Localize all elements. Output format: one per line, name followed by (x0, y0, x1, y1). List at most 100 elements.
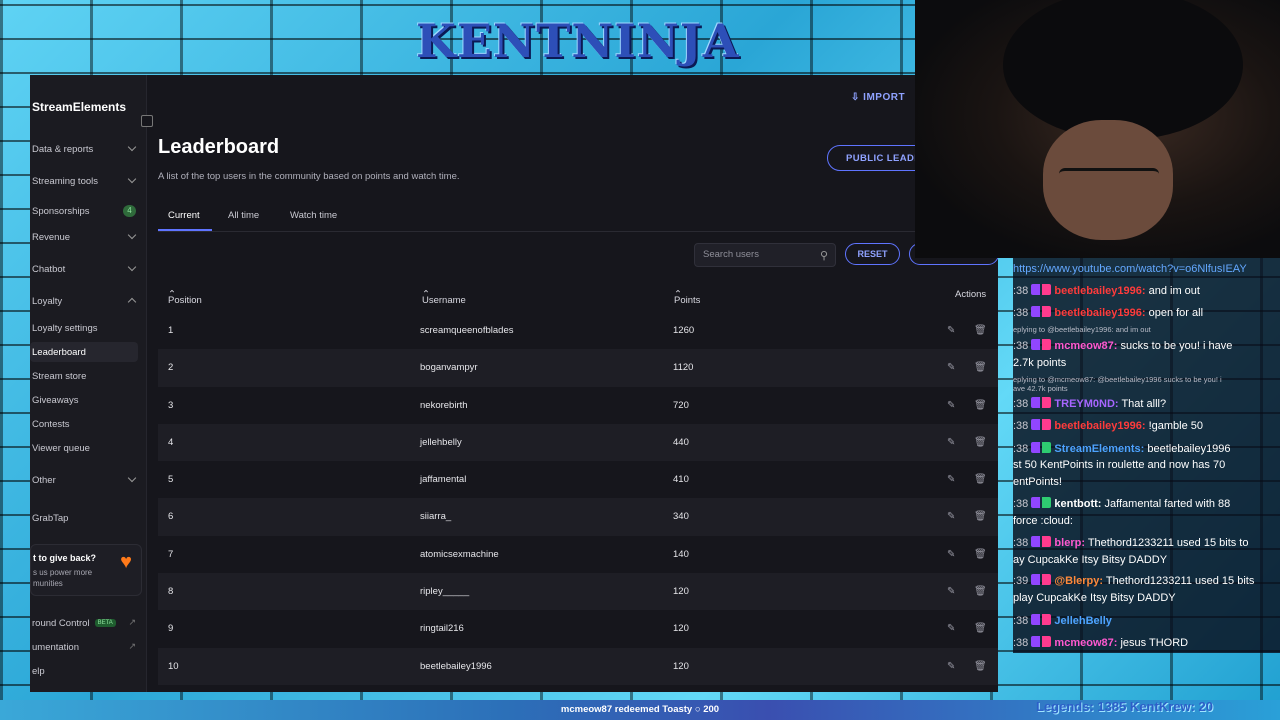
trash-icon[interactable]: 🗑 (974, 586, 987, 597)
give-back-promo[interactable]: t to give back? s us power more munities… (30, 544, 142, 596)
chevron-down-icon (127, 142, 137, 152)
chat-message-continued: entPoints! (1013, 476, 1062, 488)
edit-icon[interactable]: ✎ (947, 325, 955, 336)
table-row: 9 ringtail216 120 ✎ 🗑 (158, 610, 998, 647)
edit-icon[interactable]: ✎ (947, 511, 955, 522)
trash-icon[interactable]: 🗑 (974, 511, 987, 522)
row-points: 440 (673, 436, 689, 448)
sidebar-item-data-reports[interactable]: Data & reports (30, 139, 138, 159)
chat-badge-icon (1031, 574, 1052, 585)
row-points: 140 (673, 548, 689, 560)
table-row: 6 siiarra_ 340 ✎ 🗑 (158, 498, 998, 536)
sidebar-item-label: Chatbot (32, 263, 66, 275)
table-row: 10 beetlebailey1996 120 ✎ 🗑 (158, 647, 998, 685)
column-header-points[interactable]: Points ⌃ (674, 289, 700, 306)
trash-icon[interactable]: 🗑 (974, 400, 987, 411)
tab-all-time[interactable]: All time (228, 210, 259, 221)
chat-badge-icon (1031, 306, 1052, 317)
sidebar-item-stream-store[interactable]: Stream store (30, 366, 138, 386)
edit-icon[interactable]: ✎ (947, 362, 955, 373)
sidebar-item-label: Loyalty (32, 295, 63, 307)
chat-link[interactable]: https://www.youtube.com/watch?v=o6NlfusI… (1013, 263, 1247, 275)
trash-icon[interactable]: 🗑 (974, 623, 987, 634)
edit-icon[interactable]: ✎ (947, 623, 955, 634)
edit-icon[interactable]: ✎ (947, 661, 955, 672)
sidebar-item-leaderboard[interactable]: Leaderboard (30, 342, 138, 362)
import-button[interactable]: ⇩ IMPORT (851, 92, 905, 103)
edit-icon[interactable]: ✎ (947, 586, 955, 597)
table-row: 4 jellehbelly 440 ✎ 🗑 (158, 423, 998, 462)
row-username: ringtail216 (420, 623, 464, 635)
sidebar-item-giveaways[interactable]: Giveaways (30, 390, 138, 410)
chat-badge-icon (1031, 419, 1052, 430)
sidebar-item-label: Data & reports (32, 143, 94, 155)
webcam-glasses (1059, 168, 1159, 190)
table-row: 7 atomicsexmachine 140 ✎ 🗑 (158, 536, 998, 573)
tab-current[interactable]: Current (168, 210, 200, 221)
column-header-position[interactable]: Position ⌃ (168, 289, 202, 306)
sidebar-item-grabtap[interactable]: GrabTap (30, 508, 138, 528)
row-username: ripley_____ (420, 586, 470, 598)
sidebar-item-other[interactable]: Other (30, 470, 138, 490)
sidebar-item-chatbot[interactable]: Chatbot (30, 259, 138, 279)
sidebar-item-label: Sponsorships (32, 205, 90, 217)
sidebar-item-label: Contests (32, 418, 70, 430)
table-row: 8 ripley_____ 120 ✎ 🗑 (158, 573, 998, 611)
sidebar-item-label: elp (32, 665, 45, 677)
chat-message: :38 beetlebailey1996: and im out (1013, 284, 1200, 297)
sidebar-item-playground-control[interactable]: round Control BETA ↗ (30, 613, 138, 633)
chat-message: :38 beetlebailey1996: !gamble 50 (1013, 419, 1204, 432)
sidebar-item-streaming-tools[interactable]: Streaming tools (30, 171, 138, 191)
chat-reply-context: eplying to @mcmeow87: @beetlebailey1996 … (1013, 375, 1222, 384)
chat-reply-context: ave 42.7k points (1013, 384, 1068, 393)
trash-icon[interactable]: 🗑 (974, 362, 987, 373)
edit-icon[interactable]: ✎ (947, 437, 955, 448)
trash-icon[interactable]: 🗑 (974, 661, 987, 672)
sidebar-item-loyalty[interactable]: Loyalty (30, 291, 138, 311)
reset-button[interactable]: RESET (845, 243, 900, 265)
sidebar-item-sponsorships[interactable]: Sponsorships 4 (30, 201, 138, 221)
chevron-down-icon (127, 174, 137, 184)
sidebar-item-label: Stream store (32, 370, 87, 382)
sidebar-item-label: GrabTap (32, 512, 69, 524)
trash-icon[interactable]: 🗑 (974, 474, 987, 485)
webcam-feed (915, 0, 1280, 258)
trash-icon[interactable]: 🗑 (974, 325, 987, 336)
sidebar-item-documentation[interactable]: umentation ↗ (30, 637, 138, 657)
chat-reply-context: eplying to @beetlebailey1996: and im out (1013, 325, 1151, 334)
row-position: 4 (168, 436, 174, 448)
chat-badge-icon (1031, 339, 1052, 350)
sidebar: StreamElements Data & reports Streaming … (30, 75, 147, 692)
table-row: 5 jaffamental 410 ✎ 🗑 (158, 461, 998, 498)
table-row: 2 boganvampyr 1120 ✎ 🗑 (158, 349, 998, 387)
search-input[interactable]: Search users ⚲ (694, 243, 836, 267)
edit-icon[interactable]: ✎ (947, 400, 955, 411)
sidebar-item-help[interactable]: elp (30, 661, 138, 681)
tab-watch-time[interactable]: Watch time (290, 210, 337, 221)
chat-message: https://www.youtube.com/watch?v=o6NlfusI… (1013, 261, 1275, 278)
chat-message: :38 mcmeow87: sucks to be you! i have (1013, 339, 1233, 352)
trash-icon[interactable]: 🗑 (974, 549, 987, 560)
chat-badge-icon (1031, 397, 1052, 408)
tab-bar: Current All time Watch time (158, 208, 998, 232)
edit-icon[interactable]: ✎ (947, 549, 955, 560)
chevron-down-icon (127, 473, 137, 483)
sidebar-item-contests[interactable]: Contests (30, 414, 138, 434)
sidebar-item-loyalty-settings[interactable]: Loyalty settings (30, 318, 138, 338)
row-points: 120 (673, 586, 689, 598)
import-label: IMPORT (863, 92, 906, 103)
row-position: 7 (168, 548, 174, 560)
column-header-username[interactable]: Username ⌃ (422, 289, 466, 306)
chat-message-continued: 2.7k points (1013, 357, 1067, 369)
external-link-icon: ↗ (128, 641, 136, 651)
chevron-down-icon (127, 262, 137, 272)
sidebar-item-revenue[interactable]: Revenue (30, 227, 138, 247)
trash-icon[interactable]: 🗑 (974, 437, 987, 448)
sidebar-item-viewer-queue[interactable]: Viewer queue (30, 438, 138, 458)
edit-icon[interactable]: ✎ (947, 474, 955, 485)
sidebar-item-label: round Control (32, 617, 90, 629)
sidebar-item-label: Giveaways (32, 394, 79, 406)
chat-message-continued: play CupcakKe Itsy Bitsy DADDY (1013, 592, 1176, 604)
sidebar-item-label: umentation (32, 641, 80, 653)
chat-message: :38 TREYM0ND: That alll? (1013, 397, 1167, 410)
